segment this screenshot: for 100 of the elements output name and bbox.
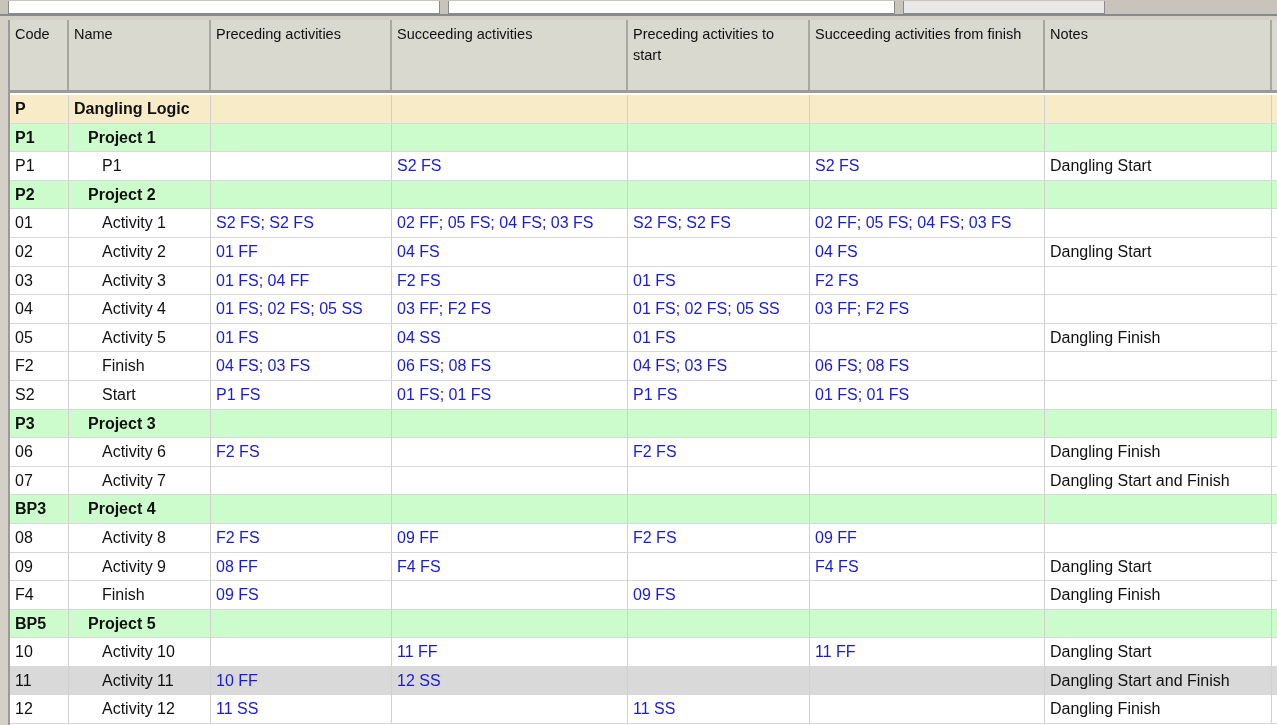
table-row[interactable]: S2 Start P1 FS 01 FS; 01 FS P1 FS 01 FS; 01 FS [10, 380, 1277, 410]
table-cell: Dangling Start and Finish [1045, 466, 1272, 495]
table-cell: F2 FS [211, 438, 392, 467]
table-cell: Activity 5 [69, 323, 211, 352]
table-cell: 01 FS [628, 266, 810, 295]
table-cell: 09 FS [628, 581, 810, 610]
table-row[interactable]: 06 Activity 6 F2 FS F2 FS Dangling Finish [10, 438, 1277, 467]
table-cell: Dangling Finish [1045, 581, 1272, 610]
table-cell: 09 FF [392, 523, 628, 552]
table-row[interactable]: 07 Activity 7 Dangling Start and Finish [10, 466, 1277, 496]
table-cell: 02 FF; 05 FS; 04 FS; 03 FS [392, 209, 628, 238]
table-cell: P1 [10, 123, 69, 152]
table-cell: 12 SS [392, 666, 628, 695]
table-row[interactable]: 02 Activity 2 01 FF 04 FS 04 FS Dangling Start [10, 237, 1277, 267]
table-row[interactable]: P1 P1 S2 FS S2 FS Dangling Start [10, 152, 1277, 181]
table-cell: Activity 4 [69, 295, 211, 324]
table-row[interactable]: BP5 Project 5 [10, 609, 1277, 639]
table-cell: 01 FS; 04 FF [211, 266, 392, 295]
layout-dropdown[interactable] [448, 1, 895, 14]
table-cell: P3 [10, 409, 69, 438]
table-cell: 01 FS [211, 323, 392, 352]
table-row[interactable]: 08 Activity 8 F2 FS 09 FF F2 FS 09 FF [10, 523, 1277, 553]
table-cell: Project 3 [69, 409, 211, 438]
table-row[interactable]: F2 Finish 04 FS; 03 FS 06 FS; 08 FS 04 FS; 03 FS 06 FS; 08 FS [10, 352, 1277, 381]
table-cell: 11 FF [392, 638, 628, 667]
table-cell: Dangling Finish [1045, 323, 1272, 352]
table-row[interactable]: BP3 Project 4 [10, 495, 1277, 524]
table-cell: 06 [10, 438, 69, 467]
table-cell: 08 [10, 523, 69, 552]
table-cell: F2 FS [628, 523, 810, 552]
table-row[interactable]: 01 Activity 1 S2 FS; S2 FS 02 FF; 05 FS; 04 FS; 03 FS S2 FS; S2 FS 02 FF; 05 FS; 04 FS; 03 FS [10, 209, 1277, 238]
table-row[interactable]: 03 Activity 3 01 FS; 04 FF F2 FS 01 FS F2 FS [10, 266, 1277, 296]
table-cell: F2 FS [392, 266, 628, 295]
table-cell: 04 SS [392, 323, 628, 352]
table-cell: 09 FF [810, 523, 1045, 552]
table-cell: 04 FS; 03 FS [211, 352, 392, 381]
table-cell: P2 [10, 180, 69, 209]
table-cell: Dangling Start [1045, 237, 1272, 266]
table-cell: Dangling Start [1045, 638, 1272, 667]
table-cell: 01 FS; 02 FS; 05 SS [628, 295, 810, 324]
table-cell: S2 [10, 380, 69, 409]
table-cell: P [10, 95, 69, 123]
table-cell: Project 1 [69, 123, 211, 152]
table-cell: Dangling Logic [69, 95, 211, 123]
table-cell: P1 FS [628, 380, 810, 409]
table-cell: Activity 12 [69, 695, 211, 724]
table-row[interactable]: 04 Activity 4 01 FS; 02 FS; 05 SS 03 FF; F2 FS 01 FS; 02 FS; 05 SS 03 FF; F2 FS [10, 295, 1277, 324]
table-cell: P1 FS [211, 380, 392, 409]
table-cell: 09 [10, 552, 69, 581]
table-cell: S2 FS [392, 152, 628, 181]
table-row[interactable]: P3 Project 3 [10, 409, 1277, 439]
structure-dropdown[interactable] [8, 1, 440, 14]
table-cell: Activity 9 [69, 552, 211, 581]
table-cell: 11 [10, 666, 69, 695]
table-row[interactable]: 05 Activity 5 01 FS 04 SS 01 FS Dangling Finish [10, 323, 1277, 353]
table-row[interactable]: 09 Activity 9 08 FF F4 FS F4 FS Dangling Start [10, 552, 1277, 582]
table-cell: 04 FS [392, 237, 628, 266]
table-cell: 06 FS; 08 FS [810, 352, 1045, 381]
table-row[interactable]: 12 Activity 12 11 SS 11 SS Dangling Finish [10, 695, 1277, 725]
table-cell: BP3 [10, 495, 69, 524]
table-cell: 03 [10, 266, 69, 295]
table-cell: Activity 6 [69, 438, 211, 467]
table-cell: Activity 7 [69, 466, 211, 495]
table-row[interactable]: F4 Finish 09 FS 09 FS Dangling Finish [10, 581, 1277, 610]
table-cell: 12 [10, 695, 69, 724]
table-row[interactable]: 11 Activity 11 10 FF 12 SS Dangling Start and Finish [10, 666, 1277, 696]
table-cell: Activity 2 [69, 237, 211, 266]
table-row[interactable]: 10 Activity 10 11 FF 11 FF Dangling Start [10, 638, 1277, 667]
table-cell: Dangling Start [1045, 152, 1272, 181]
table-row[interactable]: P Dangling Logic [10, 95, 1277, 124]
table-cell: BP5 [10, 609, 69, 638]
table-row[interactable]: P1 Project 1 [10, 123, 1277, 153]
table-cell: 04 [10, 295, 69, 324]
table-cell: 01 [10, 209, 69, 238]
table-cell: Project 4 [69, 495, 211, 524]
table-cell: F2 FS [628, 438, 810, 467]
table-cell: F2 FS [211, 523, 392, 552]
table-cell: 01 FF [211, 237, 392, 266]
table-cell: S2 FS [810, 152, 1045, 181]
table-cell: Dangling Finish [1045, 695, 1272, 724]
table-cell: 11 SS [211, 695, 392, 724]
table-cell: Project 2 [69, 180, 211, 209]
table-cell: 04 FS [810, 237, 1045, 266]
table-cell: 01 FS; 01 FS [810, 380, 1045, 409]
table-row[interactable]: P2 Project 2 [10, 180, 1277, 210]
table-cell: 07 [10, 466, 69, 495]
table-cell: Project 5 [69, 609, 211, 638]
table-cell: 03 FF; F2 FS [392, 295, 628, 324]
table-cell: P1 [69, 152, 211, 181]
table-cell: 08 FF [211, 552, 392, 581]
table-cell: F2 [10, 352, 69, 381]
table-cell: Dangling Start and Finish [1045, 666, 1272, 695]
table-cell: Activity 3 [69, 266, 211, 295]
table-cell: F4 FS [392, 552, 628, 581]
table-cell: S2 FS; S2 FS [628, 209, 810, 238]
table-cell: 01 FS; 01 FS [392, 380, 628, 409]
table-cell: 06 FS; 08 FS [392, 352, 628, 381]
toolbar-control[interactable] [903, 1, 1105, 14]
table-cell: 02 FF; 05 FS; 04 FS; 03 FS [810, 209, 1045, 238]
table-cell: 09 FS [211, 581, 392, 610]
